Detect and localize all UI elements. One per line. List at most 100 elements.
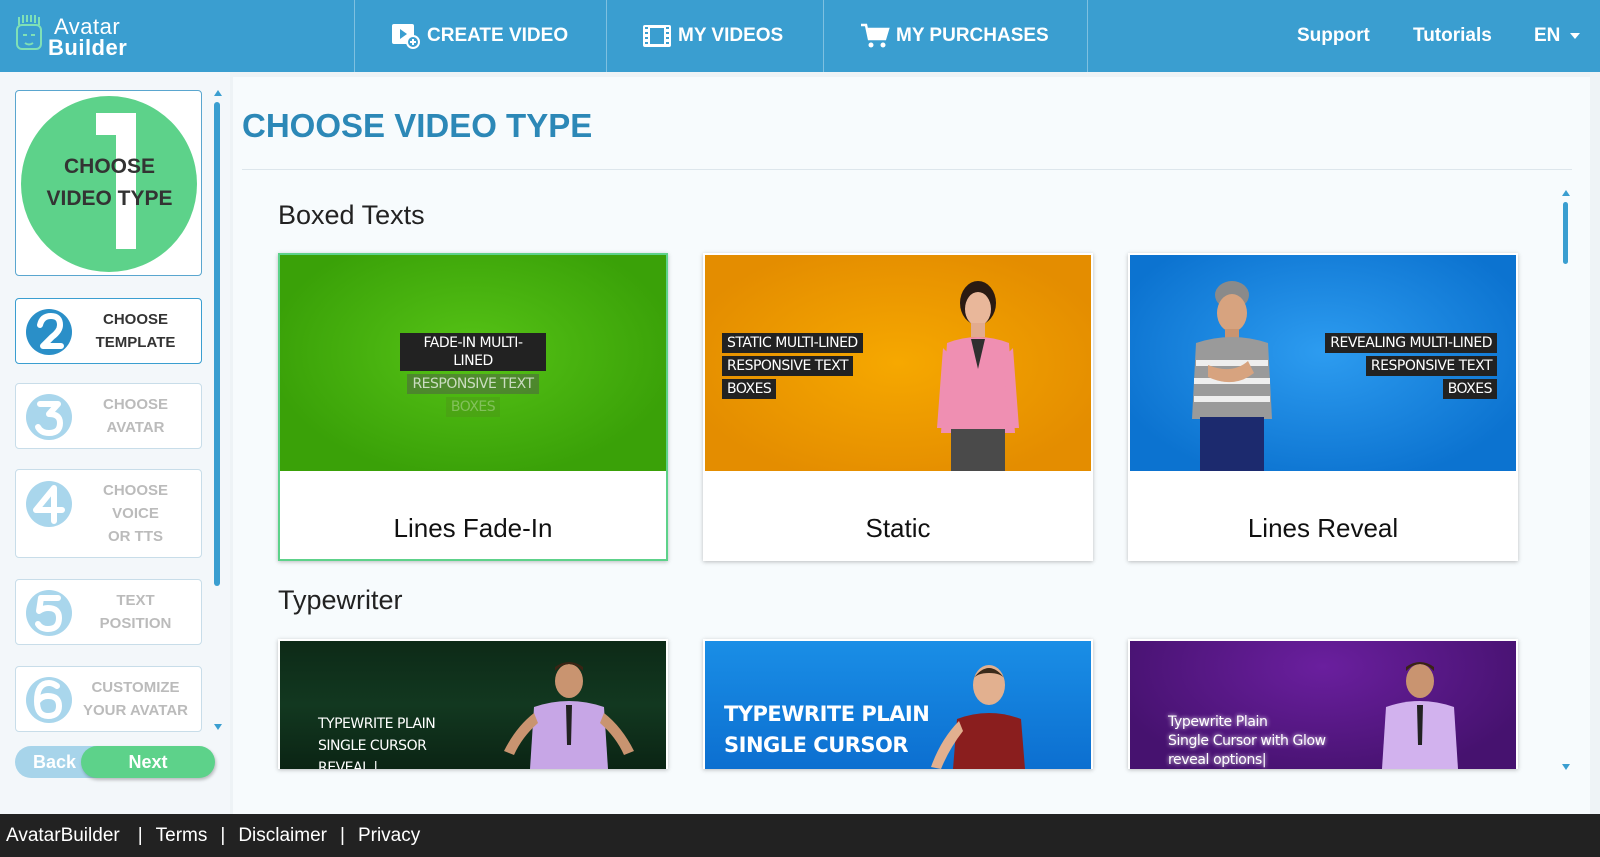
female-avatar-illustration [937, 281, 1019, 471]
step-3-label: CHOOSE AVATAR [76, 393, 195, 439]
step-5-text-position: TEXT POSITION [15, 579, 202, 645]
footer-terms-link[interactable]: Terms [156, 825, 208, 847]
sidebar-scrollbar-thumb[interactable] [214, 102, 220, 586]
content-scrollbar-thumb[interactable] [1563, 202, 1568, 264]
caption-line: Single Cursor with Glow [1168, 733, 1326, 749]
scroll-up-arrow-icon[interactable] [214, 90, 222, 96]
logo-text-builder: Builder [48, 35, 128, 60]
step-1-label-line2: VIDEO TYPE [46, 187, 173, 210]
number-two-icon [26, 309, 72, 355]
nav-divider [823, 0, 824, 72]
top-navigation-bar: Avatar Builder CREATE VIDEO MY VIDEOS MY… [0, 0, 1600, 72]
language-value: EN [1534, 25, 1561, 46]
caption-line: SINGLE CURSOR [724, 733, 909, 757]
nav-tutorials-link[interactable]: Tutorials [1413, 0, 1492, 72]
video-add-icon [392, 24, 420, 49]
thumbnail-caption: Typewrite Plain Single Cursor with Glow … [1168, 713, 1326, 769]
content-scrollbar[interactable] [1562, 190, 1570, 770]
step-2-label: CHOOSE TEMPLATE [76, 308, 195, 354]
male-avatar-illustration [1192, 281, 1272, 471]
step-6-label-line2: YOUR AVATAR [83, 702, 188, 719]
nav-my-videos[interactable]: MY VIDEOS [642, 0, 783, 72]
step-4-choose-voice: CHOOSE VOICE OR TTS [15, 469, 202, 558]
caption-line: BOXES [1442, 379, 1497, 399]
step-2-label-line1: CHOOSE [102, 311, 168, 328]
shopping-cart-icon [861, 23, 890, 48]
nav-divider [354, 0, 355, 72]
step-4-label: CHOOSE VOICE OR TTS [76, 479, 195, 548]
step-6-label: CUSTOMIZE YOUR AVATAR [76, 676, 195, 722]
caption-line: REVEAL | [318, 760, 378, 769]
sidebar-scrollbar[interactable] [214, 90, 222, 730]
nav-divider [1087, 0, 1088, 72]
avatar-builder-logo[interactable]: Avatar Builder [14, 13, 164, 60]
card-title: Lines Fade-In [393, 513, 553, 543]
scroll-down-arrow-icon[interactable] [1562, 764, 1570, 770]
step-2-choose-template[interactable]: CHOOSE TEMPLATE [15, 298, 202, 364]
title-divider [242, 169, 1572, 170]
step-6-label-line1: CUSTOMIZE [91, 679, 180, 696]
chevron-down-icon [1570, 33, 1581, 39]
card-thumbnail: TYPEWRITE PLAIN SINGLE CURSOR REVEAL | [280, 641, 666, 769]
video-type-card-lines-reveal[interactable]: REVEALING MULTI-LINED RESPONSIVE TEXT BO… [1128, 253, 1518, 561]
card-title: Lines Reveal [1247, 513, 1399, 543]
step-3-label-line2: AVATAR [106, 419, 165, 436]
card-thumbnail: REVEALING MULTI-LINED RESPONSIVE TEXT BO… [1130, 255, 1516, 471]
thumbnail-caption: TYPEWRITE PLAIN SINGLE CURSOR REVEAL | [318, 713, 436, 769]
nav-support-link[interactable]: Support [1297, 0, 1370, 72]
language-selector[interactable]: EN [1534, 0, 1581, 72]
thumbnail-caption: STATIC MULTI-LINED RESPONSIVE TEXT BOXES [722, 333, 863, 402]
footer-separator: | [137, 824, 143, 846]
footer-separator: | [340, 824, 345, 846]
step-2-label-line2: TEMPLATE [95, 334, 176, 351]
main-content: CHOOSE VIDEO TYPE Boxed Texts FADE-IN MU… [233, 77, 1590, 814]
number-six-icon [26, 677, 72, 723]
caption-line: TYPEWRITE PLAIN [724, 702, 930, 726]
nav-divider [606, 0, 607, 72]
thumbnail-caption: REVEALING MULTI-LINED RESPONSIVE TEXT BO… [1325, 333, 1497, 402]
step-1-choose-video-type[interactable]: CHOOSE VIDEO TYPE [15, 90, 202, 276]
footer-disclaimer-link[interactable]: Disclaimer [238, 825, 327, 847]
video-type-card-typewriter-3[interactable]: Typewrite Plain Single Cursor with Glow … [1128, 639, 1518, 769]
caption-line: TYPEWRITE PLAIN [318, 716, 436, 732]
film-strip-icon [643, 25, 671, 47]
caption-line: RESPONSIVE TEXT [722, 356, 854, 376]
caption-line: FADE-IN MULTI-LINED [400, 333, 546, 371]
step-6-customize-avatar: CUSTOMIZE YOUR AVATAR [15, 666, 202, 732]
page-title: CHOOSE VIDEO TYPE [242, 107, 593, 144]
section-title-boxed-texts: Boxed Texts [278, 200, 425, 230]
nav-my-purchases[interactable]: MY PURCHASES [860, 0, 1049, 72]
footer-separator: | [220, 824, 226, 846]
step-5-label-line1: TEXT [116, 592, 155, 609]
footer-privacy-link[interactable]: Privacy [358, 825, 420, 847]
caption-line: STATIC MULTI-LINED [722, 333, 863, 353]
card-thumbnail: FADE-IN MULTI-LINED RESPONSIVE TEXT BOXE… [280, 255, 666, 471]
step-3-label-line1: CHOOSE [102, 396, 168, 413]
video-type-card-lines-fade-in[interactable]: FADE-IN MULTI-LINED RESPONSIVE TEXT BOXE… [278, 253, 668, 561]
avatar-face-icon [16, 15, 42, 50]
step-1-label-line1: CHOOSE [63, 155, 155, 178]
card-thumbnail: Typewrite Plain Single Cursor with Glow … [1130, 641, 1516, 769]
section-title-typewriter: Typewriter [278, 585, 403, 615]
number-four-icon [26, 481, 72, 527]
nav-create-video-label: CREATE VIDEO [427, 25, 569, 46]
nav-create-video[interactable]: CREATE VIDEO [391, 0, 568, 72]
video-type-card-typewriter-2[interactable]: TYPEWRITE PLAIN SINGLE CURSOR [703, 639, 1093, 769]
step-5-label-line2: POSITION [99, 615, 172, 632]
caption-line: RESPONSIVE TEXT [1365, 356, 1497, 376]
video-type-card-static[interactable]: STATIC MULTI-LINED RESPONSIVE TEXT BOXES… [703, 253, 1093, 561]
next-button[interactable]: Next [81, 746, 215, 778]
nav-my-videos-label: MY VIDEOS [678, 25, 784, 46]
video-type-card-typewriter-1[interactable]: TYPEWRITE PLAIN SINGLE CURSOR REVEAL | [278, 639, 668, 769]
card-title: Static [865, 513, 931, 543]
step-5-label: TEXT POSITION [76, 589, 195, 635]
card-thumbnail: TYPEWRITE PLAIN SINGLE CURSOR [705, 641, 1091, 769]
caption-line: reveal options| [1168, 752, 1267, 768]
caption-line: RESPONSIVE TEXT [407, 374, 539, 394]
scroll-up-arrow-icon[interactable] [1562, 190, 1570, 196]
scroll-down-arrow-icon[interactable] [214, 724, 222, 730]
caption-line: Typewrite Plain [1168, 714, 1268, 730]
female-avatar-illustration [931, 665, 1025, 769]
footer-brand-link[interactable]: AvatarBuilder [6, 825, 120, 847]
number-three-icon [26, 394, 72, 440]
